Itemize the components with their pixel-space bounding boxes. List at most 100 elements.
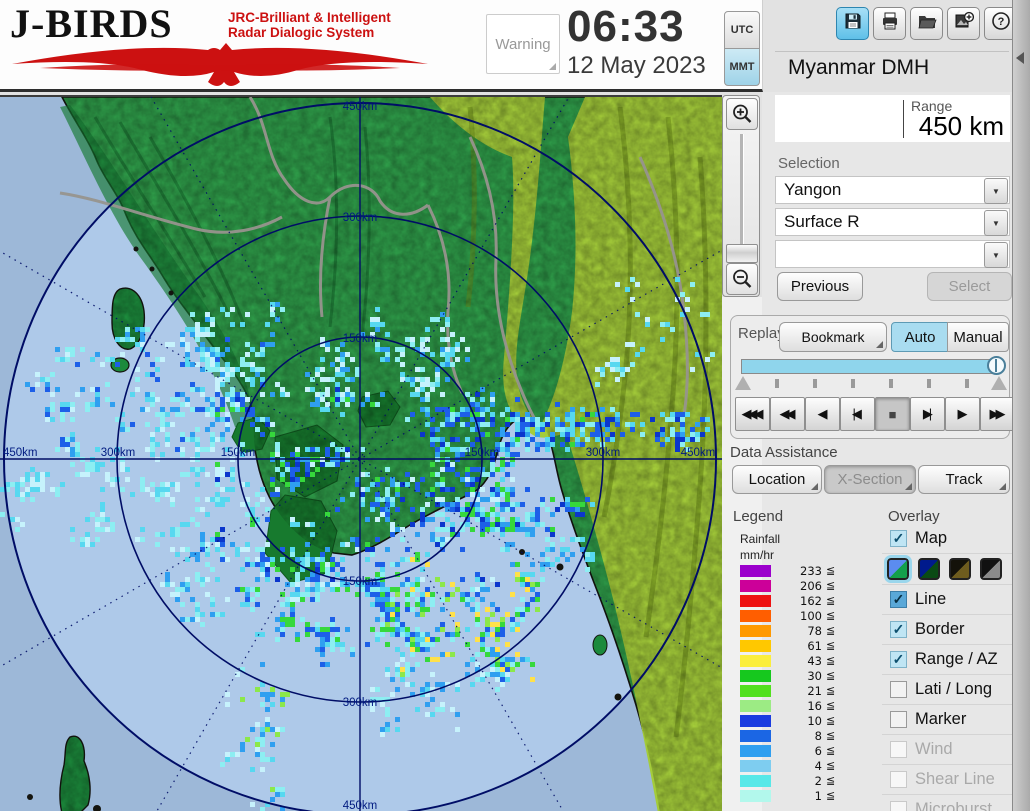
zoom-slider-track[interactable]	[740, 134, 744, 260]
zoom-out-button[interactable]	[726, 263, 758, 295]
play-button[interactable]: ▶	[945, 397, 980, 431]
overlay-label: Lati / Long	[915, 680, 993, 698]
rewind-button[interactable]: ◀◀	[770, 397, 805, 431]
print-button[interactable]	[873, 7, 906, 40]
legend-color-swatch	[740, 775, 771, 787]
xsection-button[interactable]: X-Section	[824, 465, 916, 494]
slider-end-marker[interactable]	[991, 376, 1007, 390]
less-equal-sign: ≦	[826, 639, 836, 652]
logo-tagline-line1: JRC-Brilliant & Intelligent	[228, 10, 391, 25]
less-equal-sign: ≦	[826, 669, 836, 682]
legend-row: 61 ≦	[740, 639, 860, 654]
map-style-swatch[interactable]	[918, 558, 940, 580]
svg-text:300km: 300km	[586, 447, 621, 459]
svg-text:150km: 150km	[465, 447, 500, 459]
overlay-item-marker[interactable]: Marker	[882, 704, 1012, 734]
legend-color-swatch	[740, 625, 771, 637]
save-button[interactable]	[836, 7, 869, 40]
legend-color-swatch	[740, 715, 771, 727]
legend-value: 162	[800, 594, 822, 608]
overlay-label: Wind	[915, 740, 953, 758]
track-button[interactable]: Track	[918, 465, 1010, 494]
radar-map[interactable]: 450km 300km 150km 150km 300km 450km 450k…	[0, 95, 722, 811]
legend-color-swatch	[740, 580, 771, 592]
play-reverse-button[interactable]: ◀	[805, 397, 840, 431]
checkbox-unchecked	[890, 801, 907, 811]
bookmark-label: Bookmark	[801, 329, 865, 345]
legend-value: 2	[814, 774, 822, 788]
product-dropdown[interactable]: Surface R ▼	[775, 208, 1010, 236]
legend-value: 4	[814, 759, 822, 773]
overlay-item-range-az[interactable]: ✓ Range / AZ	[882, 644, 1012, 674]
overlay-item-shear-line[interactable]: Shear Line	[882, 764, 1012, 794]
svg-text:450km: 450km	[3, 447, 38, 459]
chevron-down-icon[interactable]: ▼	[984, 242, 1008, 268]
clock-time: 06:33	[567, 2, 685, 51]
auto-button[interactable]: Auto	[891, 322, 949, 352]
chevron-down-icon[interactable]: ▼	[984, 210, 1008, 236]
checkbox-checked[interactable]: ✓	[890, 530, 907, 547]
legend-color-swatch	[740, 565, 771, 577]
legend-color-swatch	[740, 700, 771, 712]
collapse-panel-icon[interactable]	[1016, 52, 1024, 64]
utc-toggle-button[interactable]: UTC	[724, 11, 760, 49]
logo-tagline: JRC-Brilliant & Intelligent Radar Dialog…	[228, 10, 391, 40]
legend-value: 43	[807, 654, 822, 668]
overlay-item-map[interactable]: ✓ Map	[882, 524, 1012, 553]
overlay-item-lati-long[interactable]: Lati / Long	[882, 674, 1012, 704]
overlay-item-line[interactable]: ✓ Line	[882, 584, 1012, 614]
checkbox-checked[interactable]: ✓	[890, 651, 907, 668]
manual-button[interactable]: Manual	[947, 322, 1009, 352]
legend-color-swatch	[740, 730, 771, 742]
chevron-down-icon[interactable]: ▼	[984, 178, 1008, 204]
overlay-label: Microburst	[915, 800, 993, 811]
mmt-toggle-button[interactable]: MMT	[724, 48, 760, 86]
map-zoom-control	[722, 95, 760, 297]
site-dropdown-value: Yangon	[784, 180, 842, 199]
step-back-button[interactable]: |◀	[840, 397, 875, 431]
overlay-label: Marker	[915, 710, 967, 728]
option-dropdown[interactable]: ▼	[775, 240, 1010, 268]
legend-value: 6	[814, 744, 822, 758]
map-style-swatch[interactable]	[980, 558, 1002, 580]
less-equal-sign: ≦	[826, 714, 836, 727]
legend-scale: 233 ≦ 206 ≦ 162 ≦ 100 ≦ 78 ≦ 61 ≦ 43 ≦ 30 ≦ 21 ≦ 16 ≦ 10 ≦ 8 ≦ 6…	[740, 564, 860, 804]
svg-text:300km: 300km	[101, 447, 136, 459]
bookmark-button[interactable]: Bookmark	[779, 322, 887, 352]
warning-button[interactable]: Warning	[486, 14, 560, 74]
open-button[interactable]	[910, 7, 943, 40]
add-image-button[interactable]	[947, 7, 980, 40]
overlay-item-border[interactable]: ✓ Border	[882, 614, 1012, 644]
checkbox-checked[interactable]: ✓	[890, 591, 907, 608]
replay-slider-thumb[interactable]	[987, 356, 1006, 375]
checkbox-unchecked[interactable]	[890, 711, 907, 728]
svg-text:150km: 150km	[343, 576, 378, 588]
select-button[interactable]: Select	[927, 272, 1012, 301]
rewind-fast-button[interactable]: ◀◀◀	[735, 397, 770, 431]
site-dropdown[interactable]: Yangon ▼	[775, 176, 1010, 204]
stop-button[interactable]: ■	[875, 397, 910, 431]
legend-unit-line1: Rainfall	[740, 532, 781, 546]
panel-splitter[interactable]	[1012, 0, 1030, 811]
svg-text:300km: 300km	[343, 212, 378, 224]
previous-button[interactable]: Previous	[777, 272, 863, 301]
overlay-item-wind[interactable]: Wind	[882, 734, 1012, 764]
magnifier-minus-icon	[733, 269, 752, 288]
svg-text:150km: 150km	[343, 333, 378, 345]
checkbox-unchecked[interactable]	[890, 681, 907, 698]
checkbox-checked[interactable]: ✓	[890, 621, 907, 638]
slider-start-marker[interactable]	[735, 376, 751, 390]
map-style-swatch[interactable]	[949, 558, 971, 580]
replay-slider-track[interactable]	[741, 359, 999, 374]
legend-title: Legend	[733, 508, 784, 525]
map-style-swatch-selected[interactable]	[884, 555, 912, 583]
control-panel: Range 450 km Selection Yangon ▼ Surface …	[730, 92, 1030, 811]
zoom-slider-thumb[interactable]	[726, 244, 758, 263]
step-forward-button[interactable]: ▶|	[910, 397, 945, 431]
zoom-in-button[interactable]	[726, 98, 758, 130]
image-plus-icon	[954, 11, 974, 36]
legend-row: 1 ≦	[740, 789, 860, 804]
location-button[interactable]: Location	[732, 465, 822, 494]
overlay-item-microburst[interactable]: Microburst	[882, 794, 1012, 811]
forward-button[interactable]: ▶▶	[980, 397, 1015, 431]
